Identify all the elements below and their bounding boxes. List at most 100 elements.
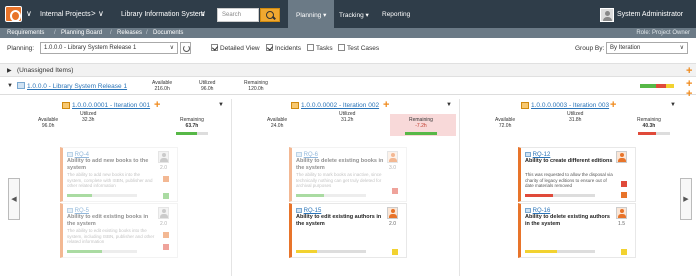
status-square-icon: [621, 249, 627, 255]
refresh-icon[interactable]: [180, 42, 191, 54]
card-id-link[interactable]: RQ-5: [67, 207, 89, 214]
card-id-link[interactable]: RQ-15: [296, 207, 321, 214]
card-id-link[interactable]: RQ-16: [525, 207, 550, 214]
release-utilized-value: 96.0h: [200, 86, 214, 92]
card-id-link[interactable]: RQ-12: [525, 151, 550, 158]
owner-avatar-icon: [616, 151, 627, 163]
incidents-checkbox[interactable]: [266, 44, 273, 51]
iteration-available: Available 24.0h: [267, 117, 287, 129]
iteration-title-link[interactable]: 1.0.0.0.0003 - Iteration 003: [531, 102, 609, 109]
release-icon: [17, 82, 25, 89]
status-square-icon: [392, 249, 398, 255]
incidents-label: Incidents: [275, 45, 302, 52]
iteration-utilized: Utilized 31.2h: [339, 111, 355, 123]
collapse-arrow-icon[interactable]: ▼: [7, 83, 13, 89]
add-plus-icon[interactable]: +: [686, 89, 692, 100]
card-id-link[interactable]: RQ-4: [67, 151, 89, 158]
add-plus-icon[interactable]: +: [383, 100, 389, 111]
release-progress-bar-red: [656, 84, 666, 88]
iteration-available-value: 96.0h: [41, 123, 55, 129]
chevron-down-icon[interactable]: ∨: [26, 9, 32, 18]
iteration-utilized: Utilized 31.8h: [567, 111, 583, 123]
requirement-icon: [296, 208, 302, 213]
story-card-rq-6[interactable]: RQ-6 Ability to delete existing books in…: [289, 147, 407, 202]
iteration-calendar-icon: [62, 102, 70, 109]
requirement-icon: [525, 208, 531, 213]
requirement-icon: [67, 152, 73, 157]
iteration-menu-arrow-icon[interactable]: ▼: [446, 102, 452, 108]
requirement-icon: [67, 208, 73, 213]
add-plus-icon[interactable]: +: [686, 66, 692, 77]
planning-label: Planning:: [7, 45, 35, 52]
release-progress-bar-yellow: [666, 84, 674, 88]
card-description: The ability to add new books into the sy…: [67, 172, 153, 188]
iteration-column-003: 1.0.0.0.0003 - Iteration 003 + ▼ Availab…: [460, 99, 688, 276]
chevron-down-icon[interactable]: ∨: [200, 9, 206, 18]
priority-square-icon: [621, 192, 627, 198]
iteration-remaining-bar-fill: [176, 132, 198, 135]
iteration-available: Available 72.0h: [495, 117, 515, 129]
app-logo-icon[interactable]: [5, 6, 22, 22]
add-plus-icon[interactable]: +: [154, 100, 160, 111]
add-plus-icon[interactable]: +: [610, 100, 616, 111]
iteration-title-link[interactable]: 1.0.0.0.0001 - Iteration 001: [72, 102, 150, 109]
requirement-icon: [296, 152, 302, 157]
group-by-select[interactable]: By Iteration ∨: [606, 42, 688, 54]
breadcrumb-separator: /: [146, 30, 148, 36]
card-progress-track: [67, 194, 137, 197]
breadcrumb-requirements[interactable]: Requirements: [7, 30, 44, 36]
story-card-rq-4[interactable]: RQ-4 Ability to add new books to the sys…: [60, 147, 178, 202]
planning-select-value: 1.0.0.0 - Library System Release 1: [44, 45, 137, 51]
iteration-menu-arrow-icon[interactable]: ▼: [670, 102, 676, 108]
breadcrumb-documents[interactable]: Documents: [153, 30, 183, 36]
story-card-rq-12[interactable]: RQ-12 Ability to create different editio…: [518, 147, 636, 202]
search-icon[interactable]: [260, 8, 280, 22]
detailed-view-checkbox[interactable]: [211, 44, 218, 51]
expand-arrow-icon[interactable]: ▶: [7, 67, 12, 74]
nav-library-information-system[interactable]: Library Information System: [121, 11, 205, 18]
test-cases-checkbox[interactable]: [338, 44, 345, 51]
user-name[interactable]: System Administrator: [617, 11, 683, 18]
breadcrumb-separator: /: [54, 30, 56, 36]
unassigned-items-row[interactable]: ▶ (Unassigned Items) +: [0, 63, 696, 77]
search-input[interactable]: Search: [217, 8, 259, 22]
top-navigation-bar: ∨ Internal Projects > ∨ Library Informat…: [0, 0, 696, 28]
iteration-utilized-bar: [405, 132, 437, 135]
iteration-menu-arrow-icon[interactable]: ▼: [218, 102, 224, 108]
release-link[interactable]: 1.0.0.0 - Library System Release 1: [27, 83, 127, 90]
iteration-available-value: 24.0h: [270, 123, 284, 129]
card-title: Ability to delete existing books in the …: [296, 158, 384, 171]
owner-avatar-icon: [616, 207, 627, 219]
iteration-title-link[interactable]: 1.0.0.0.0002 - Iteration 002: [301, 102, 379, 109]
user-avatar-icon[interactable]: [600, 8, 614, 22]
chevron-down-icon[interactable]: ∨: [98, 9, 104, 18]
nav-internal-projects[interactable]: Internal Projects: [40, 11, 91, 18]
card-title: Ability to create different editions: [525, 158, 613, 164]
release-available: Available 216.0h: [152, 80, 172, 92]
story-card-rq-15[interactable]: RQ-15 Ability to edit existing authors i…: [289, 203, 407, 258]
planning-select[interactable]: 1.0.0.0 - Library System Release 1 ∨: [40, 42, 178, 54]
iteration-remaining: Remaining -7.2h: [409, 117, 433, 129]
iteration-available: Available 96.0h: [38, 117, 58, 129]
menu-reporting[interactable]: Reporting: [374, 0, 418, 28]
card-id-link[interactable]: RQ-6: [296, 151, 318, 158]
card-estimate: 2.0: [160, 165, 167, 171]
story-card-rq-16[interactable]: RQ-16 Ability to delete existing authors…: [518, 203, 636, 258]
iteration-remaining-bar-track: [638, 132, 670, 135]
story-card-rq-5[interactable]: RQ-5 Ability to edit existing books in t…: [60, 203, 178, 258]
breadcrumb: Requirements / Planning Board / Releases…: [0, 28, 696, 38]
menu-tracking[interactable]: Tracking ▾: [331, 0, 377, 28]
release-remaining: Remaining 120.0h: [244, 80, 268, 92]
card-description: The ability to mark books as inactive, s…: [296, 172, 382, 188]
menu-planning[interactable]: Planning ▾: [288, 0, 335, 28]
iteration-column-001: 1.0.0.0.0001 - Iteration 001 + ▼ Availab…: [4, 99, 232, 276]
breadcrumb-releases[interactable]: Releases: [117, 30, 142, 36]
planning-filter-bar: Planning: 1.0.0.0 - Library System Relea…: [0, 40, 696, 56]
group-by-select-value: By Iteration: [610, 45, 641, 51]
card-progress-fill: [525, 250, 557, 253]
priority-square-icon: [163, 232, 169, 238]
tasks-checkbox[interactable]: [307, 44, 314, 51]
breadcrumb-planning-board[interactable]: Planning Board: [61, 30, 102, 36]
release-progress-bar-green: [640, 84, 656, 88]
iteration-remaining-bar-fill: [638, 132, 656, 135]
